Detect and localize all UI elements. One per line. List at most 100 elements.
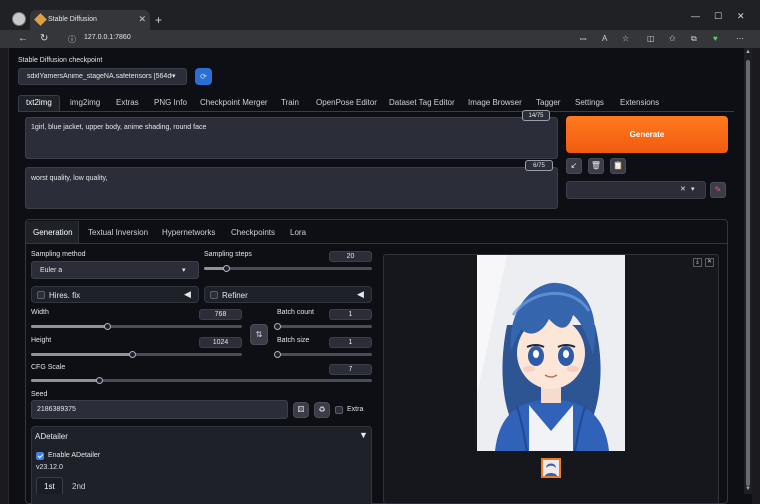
sampling-method-dropdown[interactable]: Euler a ▾ xyxy=(31,261,199,279)
negative-prompt-input[interactable]: worst quality, low quality, xyxy=(25,167,558,209)
adetailer-title[interactable]: ADetailer xyxy=(35,432,68,441)
main-tab-dataset-tag-editor[interactable]: Dataset Tag Editor xyxy=(389,98,455,107)
browser-titlebar: Stable Diffusion ✕ + — ☐ ✕ xyxy=(0,0,760,30)
maximize-icon[interactable]: ☐ xyxy=(714,11,722,22)
cfg-scale-label: CFG Scale xyxy=(31,364,66,371)
collections-icon[interactable]: ⧉ xyxy=(691,34,697,44)
browser-tab[interactable]: Stable Diffusion ✕ xyxy=(30,10,150,30)
adetailer-tab-1st[interactable]: 1st xyxy=(44,482,55,491)
tab-title: Stable Diffusion xyxy=(48,16,97,23)
sub-tab-generation[interactable]: Generation xyxy=(33,228,73,237)
batch-size-input[interactable]: 1 xyxy=(329,337,372,348)
sub-tab-textual-inversion[interactable]: Textual Inversion xyxy=(88,228,148,237)
main-tab-settings[interactable]: Settings xyxy=(575,98,604,107)
main-tab-train[interactable]: Train xyxy=(281,98,299,107)
scroll-up-icon[interactable]: ▲ xyxy=(745,49,751,55)
cfg-scale-slider[interactable] xyxy=(31,377,372,384)
gallery-thumbnail[interactable] xyxy=(541,458,561,478)
generate-button[interactable]: Generate xyxy=(566,116,728,153)
batch-count-input[interactable]: 1 xyxy=(329,309,372,320)
refresh-checkpoint-button[interactable]: ⟳ xyxy=(195,68,212,85)
sub-tab-lora[interactable]: Lora xyxy=(290,228,306,237)
main-tab-img2img[interactable]: img2img xyxy=(70,98,100,107)
profile-avatar[interactable] xyxy=(12,12,26,26)
main-tab-extensions[interactable]: Extensions xyxy=(620,98,659,107)
seed-input[interactable]: 2186389375 xyxy=(31,400,288,419)
collapse-icon[interactable]: ◀ xyxy=(357,289,364,300)
edit-styles-button[interactable]: ✎ xyxy=(710,182,726,198)
info-icon[interactable]: ⓘ xyxy=(68,34,76,45)
styles-dropdown[interactable]: ✕ ▾ xyxy=(566,181,706,199)
refiner-checkbox[interactable] xyxy=(210,291,218,299)
main-tabs-divider xyxy=(18,111,734,112)
width-slider[interactable] xyxy=(31,323,242,330)
url-text[interactable]: 127.0.0.1:7860 xyxy=(84,34,131,41)
refiner-label: Refiner xyxy=(222,291,248,300)
hires-fix-accordion[interactable]: Hires. fix ◀ xyxy=(31,286,199,303)
favorite-icon[interactable]: ☆ xyxy=(622,34,629,43)
enable-adetailer-checkbox[interactable] xyxy=(36,452,44,460)
main-tab-extras[interactable]: Extras xyxy=(116,98,139,107)
collapse-icon[interactable]: ◀ xyxy=(184,289,191,300)
trash-button[interactable]: 🗑 xyxy=(588,158,604,174)
extension-icon[interactable]: ♥ xyxy=(713,34,718,43)
adetailer-panel xyxy=(31,426,372,504)
favorites-icon[interactable]: ✩ xyxy=(669,34,676,43)
split-icon[interactable]: ◫ xyxy=(647,34,655,43)
generated-image[interactable] xyxy=(477,255,625,451)
main-tab-tagger[interactable]: Tagger xyxy=(536,98,560,107)
reader-icon[interactable]: ꟷ xyxy=(580,34,587,45)
hires-fix-checkbox[interactable] xyxy=(37,291,45,299)
close-tab-icon[interactable]: ✕ xyxy=(138,14,146,25)
download-icon[interactable]: ⤓ xyxy=(693,258,702,267)
more-icon[interactable]: ⋯ xyxy=(736,34,744,43)
refresh-icon[interactable]: ↻ xyxy=(40,33,48,44)
stable-diffusion-favicon-icon xyxy=(34,13,47,26)
sub-tab-checkpoints[interactable]: Checkpoints xyxy=(231,228,275,237)
main-tab-png-info[interactable]: PNG Info xyxy=(154,98,187,107)
sampling-method-value: Euler a xyxy=(40,267,63,274)
anime-girl-illustration xyxy=(477,255,625,451)
sampling-steps-input[interactable]: 20 xyxy=(329,251,372,262)
checkpoint-dropdown[interactable]: sdxlYamersAnime_stageNA.safetensors [564… xyxy=(18,68,187,85)
minimize-icon[interactable]: — xyxy=(691,11,700,21)
read-params-button[interactable]: ↙ xyxy=(566,158,582,174)
main-tab-image-browser[interactable]: Image Browser xyxy=(468,98,522,107)
batch-count-slider[interactable] xyxy=(274,323,372,330)
new-tab-icon[interactable]: + xyxy=(155,13,162,27)
prompt-input[interactable]: 1girl, blue jacket, upper body, anime sh… xyxy=(25,117,558,159)
read-aloud-icon[interactable]: A xyxy=(602,34,607,43)
main-tab-openpose-editor[interactable]: OpenPose Editor xyxy=(316,98,377,107)
reuse-seed-button[interactable]: ♻ xyxy=(314,402,330,418)
random-seed-button[interactable]: ⚄ xyxy=(293,402,309,418)
clear-icon[interactable]: ✕ xyxy=(680,185,686,193)
scroll-down-icon[interactable]: ▼ xyxy=(745,486,751,492)
slider-knob[interactable] xyxy=(274,323,281,330)
seed-extra-checkbox[interactable] xyxy=(335,406,343,414)
expand-icon[interactable]: ▼ xyxy=(359,430,368,440)
slider-knob[interactable] xyxy=(274,351,281,358)
adetailer-tab-2nd[interactable]: 2nd xyxy=(72,482,85,491)
clipboard-button[interactable]: 📋 xyxy=(610,158,626,174)
recycle-icon: ♻ xyxy=(318,405,326,414)
refresh-icon: ⟳ xyxy=(200,72,207,81)
width-input[interactable]: 768 xyxy=(199,309,242,320)
refiner-accordion[interactable]: Refiner ◀ xyxy=(204,286,372,303)
height-slider[interactable] xyxy=(31,351,242,358)
main-tab-label[interactable]: txt2img xyxy=(26,98,52,107)
close-icon[interactable]: ✕ xyxy=(705,258,714,267)
slider-knob[interactable] xyxy=(103,323,111,330)
sub-tab-hypernetworks[interactable]: Hypernetworks xyxy=(162,228,215,237)
scroll-thumb[interactable] xyxy=(746,60,750,486)
cfg-scale-input[interactable]: 7 xyxy=(329,364,372,375)
batch-size-slider[interactable] xyxy=(274,351,372,358)
height-input[interactable]: 1024 xyxy=(199,337,242,348)
slider-knob[interactable] xyxy=(222,265,230,272)
trash-icon: 🗑 xyxy=(590,161,602,170)
main-tab-checkpoint-merger[interactable]: Checkpoint Merger xyxy=(200,98,268,107)
swap-dimensions-button[interactable]: ⇅ xyxy=(250,324,268,345)
close-window-icon[interactable]: ✕ xyxy=(737,11,745,22)
back-icon[interactable]: ← xyxy=(18,33,28,44)
sampling-steps-slider[interactable] xyxy=(204,265,372,272)
batch-size-label: Batch size xyxy=(277,337,310,344)
